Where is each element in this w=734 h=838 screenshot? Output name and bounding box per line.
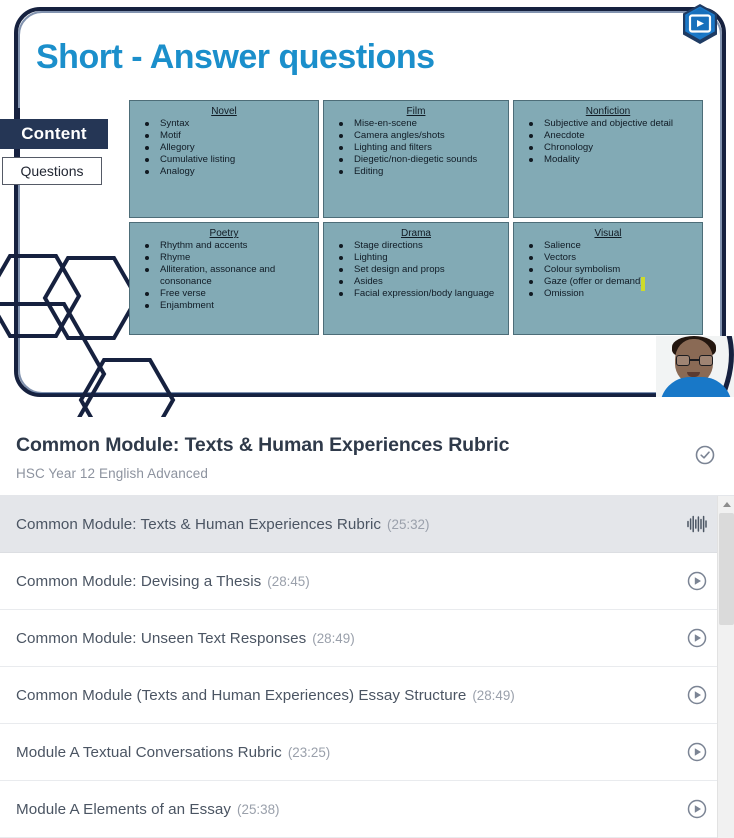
topic-heading: Visual [594, 228, 622, 239]
topic-item: Allegory [138, 142, 312, 154]
topic-item: Free verse [138, 288, 312, 300]
topic-item: Colour symbolism [522, 264, 696, 276]
playlist-header: Common Module: Texts & Human Experiences… [0, 417, 734, 495]
topic-item: Lighting and filters [332, 142, 502, 154]
topic-heading: Nonfiction [585, 106, 631, 117]
play-circle-icon[interactable] [686, 684, 708, 706]
check-circle-icon[interactable] [694, 444, 716, 466]
topic-heading: Novel [211, 106, 237, 117]
topic-item-list: Salience Vectors Colour symbolism Gaze (… [520, 240, 696, 300]
list-item[interactable]: Common Module (Texts and Human Experienc… [0, 667, 734, 724]
topic-item: Asides [332, 276, 502, 288]
topic-box: Visual Salience Vectors Colour symbolism… [513, 222, 703, 335]
presenter-glasses [676, 355, 713, 366]
topic-heading: Drama [400, 228, 431, 239]
play-circle-icon[interactable] [686, 741, 708, 763]
track-duration: (25:38) [237, 801, 280, 817]
topic-item-list: Mise-en-scene Camera angles/shots Lighti… [330, 118, 502, 178]
slide-tab-questions[interactable]: Questions [2, 157, 102, 185]
play-circle-icon[interactable] [686, 570, 708, 592]
track-title: Module A Textual Conversations Rubric [16, 743, 282, 761]
topic-heading: Poetry [209, 228, 239, 239]
topic-item: Subjective and objective detail [522, 118, 696, 130]
topic-item-list: Stage directions Lighting Set design and… [330, 240, 502, 300]
topic-item: Rhythm and accents [138, 240, 312, 252]
list-item[interactable]: Common Module: Texts & Human Experiences… [0, 496, 734, 553]
topic-item-list: Rhythm and accents Rhyme Alliteration, a… [136, 240, 312, 312]
list-item[interactable]: Module A Textual Conversations Rubric (2… [0, 724, 734, 781]
track-title: Common Module: Unseen Text Responses [16, 629, 307, 647]
page-subtitle: HSC Year 12 English Advanced [16, 466, 208, 481]
track-duration: (28:49) [312, 630, 355, 646]
slide-tab-content[interactable]: Content [0, 119, 108, 149]
topic-item: Omission [522, 288, 696, 300]
topic-item: Motif [138, 130, 312, 142]
track-title: Common Module (Texts and Human Experienc… [16, 686, 467, 704]
playlist-scrollbar[interactable] [717, 496, 734, 838]
track-duration: (28:45) [267, 573, 310, 589]
topic-item: Camera angles/shots [332, 130, 502, 142]
play-circle-icon[interactable] [686, 627, 708, 649]
slide-tab-questions-label: Questions [20, 163, 84, 179]
topic-item: Vectors [522, 252, 696, 264]
video-stage[interactable]: Content Questions Short - Answer questio… [0, 0, 734, 417]
topic-item: Rhyme [138, 252, 312, 264]
topic-heading: Film [406, 106, 426, 117]
topic-item: Alliteration, assonance and consonance [138, 264, 312, 287]
topic-item: Syntax [138, 118, 312, 130]
track-title: Module A Elements of an Essay [16, 800, 232, 818]
topic-item: Stage directions [332, 240, 502, 252]
topic-box-grid: Novel Syntax Motif Allegory Cumulative l… [129, 100, 703, 335]
track-title: Common Module: Devising a Thesis [16, 572, 262, 590]
track-duration: (23:25) [287, 744, 331, 760]
topic-item: Mise-en-scene [332, 118, 502, 130]
topic-item: Lighting [332, 252, 502, 264]
slide-tab-content-label: Content [21, 124, 87, 143]
topic-item: Facial expression/body language [332, 288, 502, 300]
list-item[interactable]: Module A Elements of an Essay (25:38) [0, 781, 734, 838]
play-circle-icon[interactable] [686, 798, 708, 820]
topic-item: Enjambment [138, 300, 312, 312]
annotation-cursor-mark [641, 277, 645, 291]
track-duration: (25:32) [387, 516, 430, 532]
topic-box: Nonfiction Subjective and objective deta… [513, 100, 703, 218]
topic-item: Cumulative listing [138, 154, 312, 166]
slide-title: Short - Answer questions [36, 38, 435, 76]
topic-box: Drama Stage directions Lighting Set desi… [323, 222, 509, 335]
topic-item: Gaze (offer or demand) [522, 276, 696, 288]
topic-box: Novel Syntax Motif Allegory Cumulative l… [129, 100, 319, 218]
list-item[interactable]: Common Module: Devising a Thesis (28:45) [0, 553, 734, 610]
topic-item: Diegetic/non-diegetic sounds [332, 154, 502, 166]
track-title: Common Module: Texts & Human Experiences… [16, 515, 382, 533]
page-title: Common Module: Texts & Human Experiences… [16, 434, 510, 456]
topic-item: Set design and props [332, 264, 502, 276]
track-list: Common Module: Texts & Human Experiences… [0, 495, 734, 838]
presenter-webcam[interactable] [656, 336, 734, 397]
track-duration: (28:49) [472, 687, 515, 703]
topic-item: Anecdote [522, 130, 696, 142]
topic-item: Editing [332, 166, 502, 178]
playlist-panel: Common Module: Texts & Human Experiences… [0, 417, 734, 838]
waveform-icon[interactable] [686, 513, 708, 535]
topic-box: Film Mise-en-scene Camera angles/shots L… [323, 100, 509, 218]
topic-item: Modality [522, 154, 696, 166]
topic-item-list: Subjective and objective detail Anecdote… [520, 118, 696, 166]
topic-item-list: Syntax Motif Allegory Cumulative listing… [136, 118, 312, 178]
topic-item: Salience [522, 240, 696, 252]
topic-item: Chronology [522, 142, 696, 154]
hex-play-logo-icon [683, 4, 717, 44]
topic-box: Poetry Rhythm and accents Rhyme Allitera… [129, 222, 319, 335]
topic-item: Analogy [138, 166, 312, 178]
scroll-up-arrow-icon[interactable] [718, 496, 734, 513]
scrollbar-thumb[interactable] [719, 513, 734, 625]
list-item[interactable]: Common Module: Unseen Text Responses (28… [0, 610, 734, 667]
